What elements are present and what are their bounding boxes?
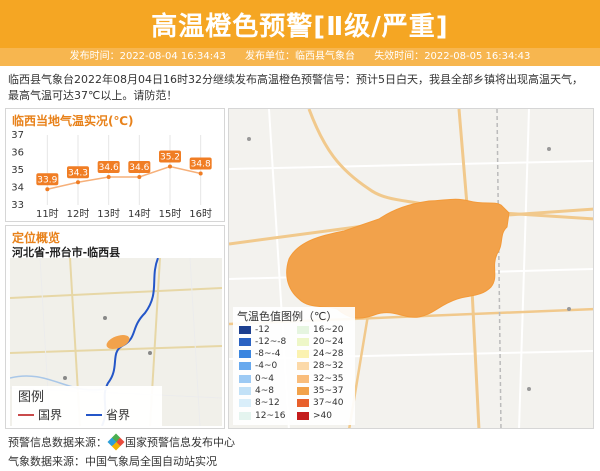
data-label: 33.9 — [37, 175, 57, 185]
legend-label: -4~0 — [255, 361, 278, 372]
legend-swatch — [239, 325, 251, 334]
legend-item: 37~40 — [297, 398, 343, 409]
legend-item: -8~-4 — [239, 349, 281, 360]
y-tick-label: 37 — [11, 130, 24, 141]
legend-label: 24~28 — [313, 349, 344, 360]
temperature-point — [168, 164, 172, 169]
data-label: 34.8 — [191, 160, 211, 170]
warning-source: 预警信息数据来源： 国家预警信息发布中心 — [8, 433, 235, 451]
warning-title: 高温橙色预警[Ⅱ级/严重] — [151, 12, 449, 42]
location-panel: 定位概览 河北省-邢台市-临西县 图例 国界 省界 — [5, 225, 225, 429]
legend-swatch — [239, 411, 251, 420]
legend-item: 12~16 — [239, 410, 285, 421]
legend-item: -12~-8 — [239, 336, 286, 347]
legend-label: 4~8 — [255, 386, 274, 396]
issuer: 发布单位：临西县气象台 — [245, 51, 355, 62]
warning-area-map[interactable]: 气温色值图例（℃） -12 16~20 -12~-8 20~24 -8~-4 24~28 -… — [228, 108, 594, 429]
legend-item: 20~24 — [297, 336, 343, 347]
legend-swatch — [297, 337, 309, 346]
legend-label: 28~32 — [313, 361, 344, 372]
legend-swatch — [297, 374, 309, 383]
data-label: 34.6 — [99, 163, 119, 173]
data-label: 34.3 — [68, 168, 88, 178]
location-minimap[interactable]: 图例 国界 省界 — [10, 258, 222, 426]
national-border-swatch — [18, 413, 34, 416]
legend-swatch — [239, 374, 251, 383]
temperature-point — [106, 175, 111, 179]
x-tick-label: 11时 — [36, 208, 59, 220]
legend-province-border: 省界 — [86, 406, 130, 423]
legend-swatch — [239, 337, 251, 346]
legend-item: 24~28 — [297, 349, 343, 360]
legend-label: 12~16 — [255, 410, 286, 421]
legend-item: -12 — [239, 324, 270, 335]
warning-description: 临西县气象台2022年08月04日16时32分继续发布高温橙色预警信号：预计5日… — [8, 73, 583, 102]
y-tick-label: 33 — [11, 200, 24, 211]
legend-item: -4~0 — [239, 361, 277, 372]
x-tick-label: 16时 — [189, 208, 212, 220]
x-tick-label: 12时 — [67, 208, 90, 220]
temperature-point — [76, 180, 80, 185]
temperature-point — [45, 187, 50, 192]
legend-swatch — [239, 399, 251, 408]
legend-label: 37~40 — [313, 398, 344, 409]
legend-item: 4~8 — [239, 386, 274, 397]
legend-label: -8~-4 — [255, 349, 281, 360]
temperature-point — [198, 171, 203, 176]
legend-label: -12 — [255, 324, 270, 335]
warning-meta: 发布时间：2022-08-04 16:34:43 发布单位：临西县气象台 失效时… — [0, 48, 600, 66]
legend-item: 28~32 — [297, 361, 343, 372]
legend-swatch — [297, 325, 309, 334]
legend-label: 8~12 — [255, 398, 280, 409]
issue-time: 发布时间：2022-08-04 16:34:43 — [69, 51, 226, 62]
legend-swatch — [239, 362, 251, 371]
legend-swatch — [297, 411, 309, 420]
legend-label: -12~-8 — [255, 336, 287, 347]
weather-source: 气象数据来源： 中国气象局全国自动站实况 — [8, 455, 217, 468]
warning-center-logo-icon — [107, 433, 125, 451]
legend-swatch — [297, 399, 309, 408]
data-label: 34.6 — [129, 163, 149, 173]
warning-header: 高温橙色预警[Ⅱ级/严重] 发布时间：2022-08-04 16:34:43 发… — [0, 0, 600, 66]
legend-swatch — [239, 387, 251, 395]
legend-label: 20~24 — [313, 336, 344, 347]
legend-item: 16~20 — [297, 324, 343, 335]
legend-swatch — [297, 362, 309, 371]
legend-item: 32~35 — [297, 373, 343, 384]
temperature-panel: 临西当地气温实况(℃) 37 36 35 34 33 33.9 34.3 34.6 34.6 35… — [5, 108, 225, 222]
legend-label: 32~35 — [313, 373, 344, 384]
legend-national-border: 国界 — [18, 406, 62, 423]
expire-time: 失效时间：2022-08-05 16:34:43 — [374, 51, 531, 62]
x-tick-label: 13时 — [97, 208, 120, 220]
temperature-point — [137, 175, 142, 179]
legend-label: 0~4 — [255, 373, 274, 384]
x-tick-label: 15时 — [159, 208, 182, 220]
minimap-legend-title: 图例 — [18, 390, 45, 405]
y-tick-label: 35 — [11, 165, 24, 176]
y-tick-label: 34 — [11, 183, 24, 194]
temperature-chart: 37 36 35 34 33 33.9 34.3 34.6 34.6 35.2 34.8 11时 12时… — [11, 130, 212, 220]
legend-label: 16~20 — [313, 324, 344, 335]
temperature-color-legend: 气温色值图例（℃） -12 16~20 -12~-8 20~24 -8~-4 24~28 -… — [233, 307, 355, 425]
x-tick-label: 14时 — [128, 208, 151, 220]
legend-label: 35~37 — [313, 386, 344, 396]
legend-swatch — [297, 350, 309, 359]
legend-label: >40 — [313, 410, 332, 421]
legend-item: >40 — [297, 410, 332, 421]
legend-item: 0~4 — [239, 373, 274, 384]
province-border-swatch — [86, 413, 102, 416]
legend-item: 35~37 — [297, 386, 343, 397]
minimap-legend: 图例 国界 省界 — [12, 386, 162, 426]
y-tick-label: 36 — [11, 148, 24, 159]
legend-item: 8~12 — [239, 398, 280, 409]
temperature-legend-title: 气温色值图例（℃） — [237, 310, 338, 323]
legend-swatch — [239, 350, 251, 359]
data-label: 35.2 — [160, 153, 180, 163]
legend-swatch — [297, 387, 309, 395]
